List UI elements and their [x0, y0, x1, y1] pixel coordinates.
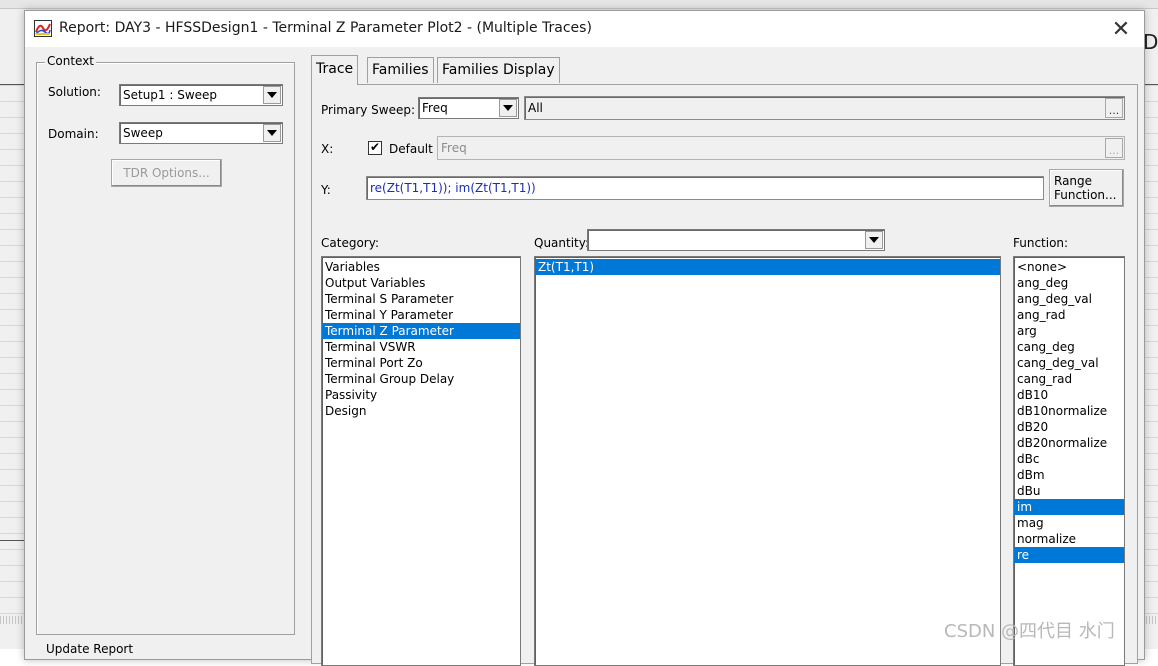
function-item[interactable]: ang_deg_val [1014, 291, 1124, 307]
category-label: Category: [321, 236, 379, 250]
category-item[interactable]: Terminal VSWR [322, 339, 520, 355]
function-item[interactable]: mag [1014, 515, 1124, 531]
quantity-item[interactable]: Zt(T1,T1) [535, 259, 1000, 275]
function-item[interactable]: arg [1014, 323, 1124, 339]
function-item[interactable]: dB10 [1014, 387, 1124, 403]
primary-sweep-value: Freq [422, 101, 448, 115]
function-list[interactable]: <none> ang_deg ang_deg_val ang_rad arg cang_d… [1013, 256, 1125, 666]
category-item[interactable]: Design [322, 403, 520, 419]
function-item[interactable]: normalize [1014, 531, 1124, 547]
context-group [36, 62, 295, 635]
chevron-down-icon[interactable] [263, 86, 281, 104]
category-item[interactable]: Output Variables [322, 275, 520, 291]
window-title: Report: DAY3 - HFSSDesign1 - Terminal Z … [59, 20, 592, 36]
category-item[interactable]: Passivity [322, 387, 520, 403]
function-item[interactable]: cang_deg_val [1014, 355, 1124, 371]
primary-sweep-label: Primary Sweep: [321, 103, 416, 117]
default-checkbox-label: Default [389, 142, 433, 156]
function-item[interactable]: dBu [1014, 483, 1124, 499]
tab-families[interactable]: Families [367, 57, 434, 83]
x-label: X: [321, 142, 334, 156]
category-item[interactable]: Terminal Group Delay [322, 371, 520, 387]
background-title-strip [0, 0, 1158, 9]
primary-sweep-range-field[interactable]: All ... [524, 96, 1125, 120]
primary-sweep-combo[interactable]: Freq [418, 97, 519, 119]
close-icon[interactable]: ✕ [1106, 15, 1136, 43]
ellipsis-button[interactable]: ... [1105, 138, 1123, 158]
ellipsis-button[interactable]: ... [1105, 98, 1123, 118]
solution-value: Setup1 : Sweep [123, 88, 218, 102]
x-field[interactable]: Freq ... [437, 136, 1125, 160]
function-item[interactable]: dB10normalize [1014, 403, 1124, 419]
update-report-label: Update Report [46, 642, 134, 656]
chevron-down-icon[interactable] [865, 231, 883, 249]
domain-label: Domain: [48, 127, 99, 141]
domain-combo[interactable]: Sweep [119, 122, 283, 144]
quantity-label: Quantity: [534, 236, 590, 250]
tab-trace[interactable]: Trace [311, 55, 359, 85]
x-value: Freq [441, 141, 467, 155]
category-item[interactable]: Terminal Z Parameter [322, 323, 520, 339]
background-right-grid [1144, 84, 1158, 614]
range-function-button[interactable]: Range Function... [1049, 169, 1124, 207]
primary-sweep-range-value: All [528, 101, 543, 115]
category-item[interactable]: Terminal Port Zo [322, 355, 520, 371]
function-item[interactable]: cang_deg [1014, 339, 1124, 355]
function-item[interactable]: dBc [1014, 451, 1124, 467]
title-bar[interactable]: Report: DAY3 - HFSSDesign1 - Terminal Z … [25, 11, 1144, 47]
chevron-down-icon[interactable] [263, 124, 281, 142]
range-function-line2: Function... [1054, 188, 1117, 202]
quantity-list[interactable]: Zt(T1,T1) [534, 256, 1001, 666]
tdr-options-button[interactable]: TDR Options... [111, 159, 222, 187]
range-function-line1: Range [1054, 174, 1093, 188]
function-item[interactable]: ang_deg [1014, 275, 1124, 291]
domain-value: Sweep [123, 126, 163, 140]
solution-combo[interactable]: Setup1 : Sweep [119, 84, 283, 106]
function-item[interactable]: dB20 [1014, 419, 1124, 435]
category-item[interactable]: Terminal S Parameter [322, 291, 520, 307]
function-item[interactable]: cang_rad [1014, 371, 1124, 387]
report-plot-icon [34, 20, 52, 37]
category-list[interactable]: Variables Output Variables Terminal S Para… [321, 256, 521, 666]
background-left-divider [0, 540, 26, 541]
tab-families-display[interactable]: Families Display [437, 57, 560, 83]
function-item[interactable]: dB20normalize [1014, 435, 1124, 451]
context-group-label: Context [45, 54, 97, 68]
quantity-filter-combo[interactable] [587, 229, 885, 251]
default-checkbox[interactable]: ✔ [368, 140, 382, 155]
background-left-grid [0, 84, 26, 614]
category-item[interactable]: Terminal Y Parameter [322, 307, 520, 323]
y-label: Y: [321, 183, 331, 197]
function-item[interactable]: ang_rad [1014, 307, 1124, 323]
function-label: Function: [1013, 236, 1069, 250]
solution-label: Solution: [48, 85, 101, 99]
function-item[interactable]: im [1014, 499, 1124, 515]
function-item[interactable]: dBm [1014, 467, 1124, 483]
check-icon: ✔ [370, 140, 381, 154]
y-expression-input[interactable]: re(Zt(T1,T1)); im(Zt(T1,T1)) [366, 176, 1044, 200]
background-right-text: De [1143, 30, 1158, 54]
report-dialog: Report: DAY3 - HFSSDesign1 - Terminal Z … [24, 10, 1145, 666]
category-item[interactable]: Variables [322, 259, 520, 275]
watermark-text: CSDN @四代目 水门 [944, 621, 1115, 642]
chevron-down-icon[interactable] [499, 99, 517, 117]
function-item[interactable]: <none> [1014, 259, 1124, 275]
y-expression-value: re(Zt(T1,T1)); im(Zt(T1,T1)) [370, 181, 536, 195]
function-item[interactable]: re [1014, 547, 1124, 563]
